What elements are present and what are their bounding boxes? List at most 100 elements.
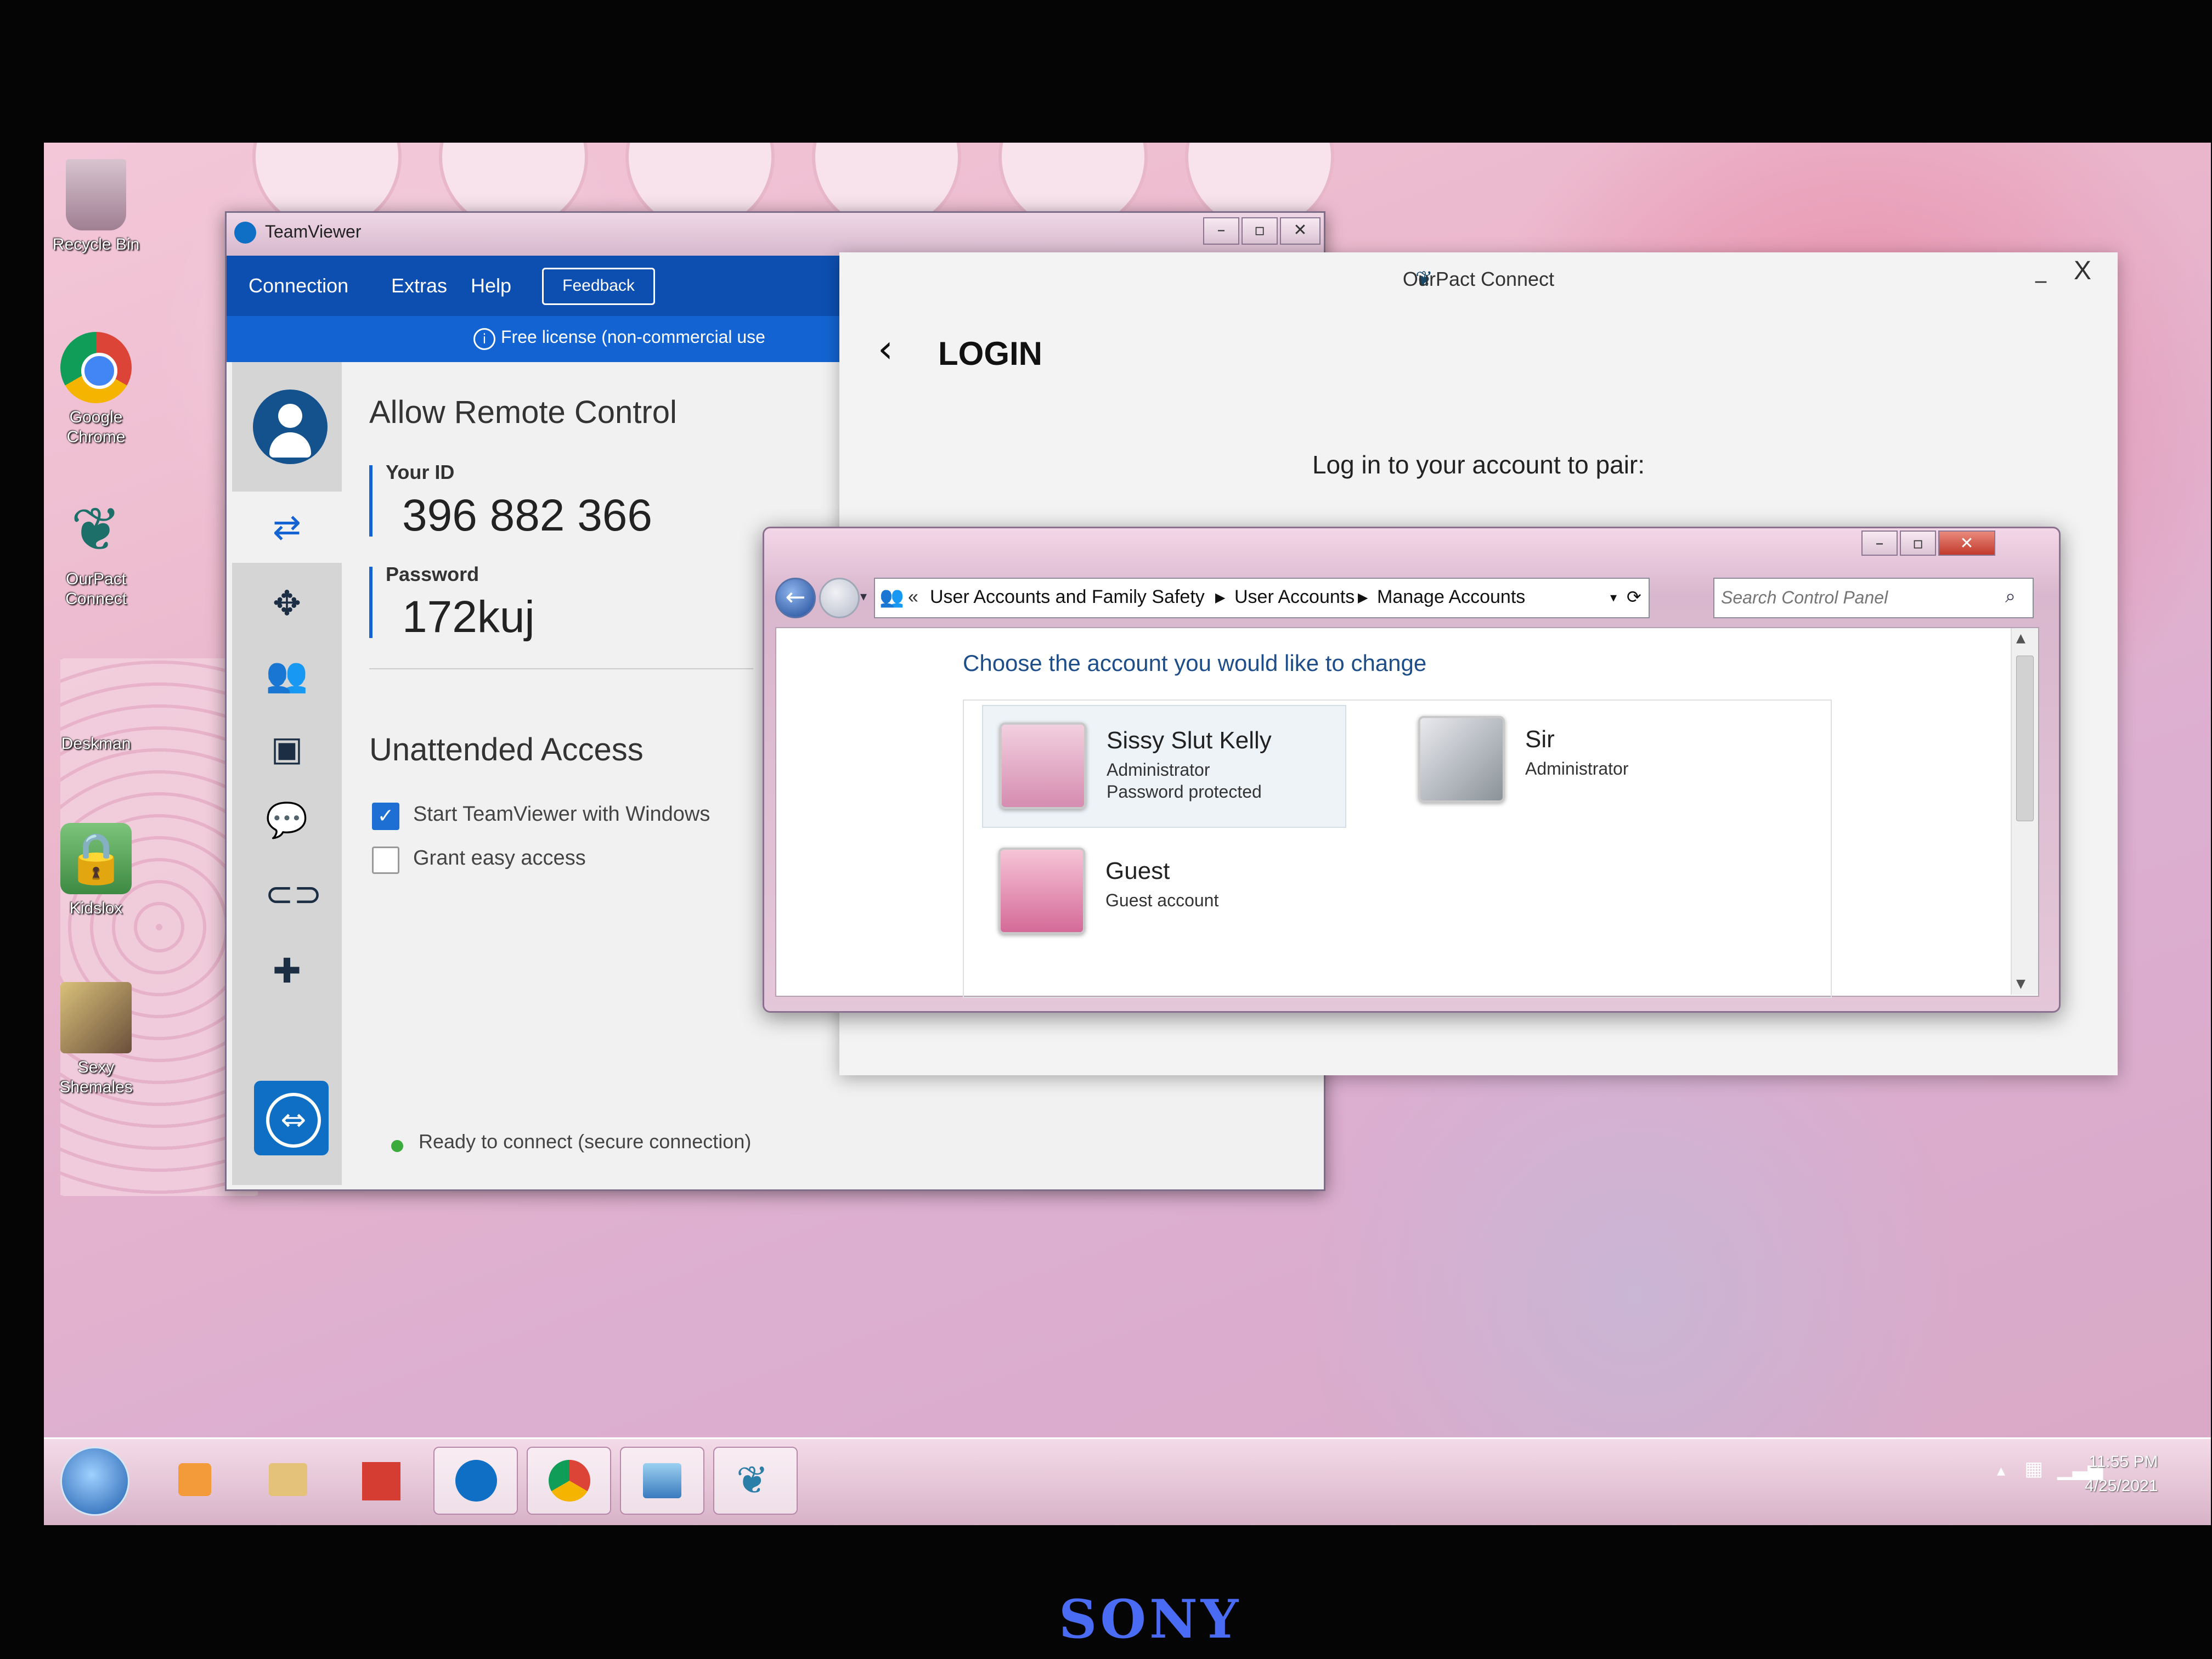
refresh-icon[interactable]: ⟳ xyxy=(1627,586,1641,607)
your-id-value[interactable]: 396 882 366 xyxy=(402,490,652,541)
sidebar-item-remote-control[interactable]: ⇄ xyxy=(232,492,342,563)
scroll-down-icon[interactable]: ▼ xyxy=(2016,977,2025,991)
account-tile-guest[interactable]: Guest Guest account xyxy=(998,848,1328,957)
grant-easy-access-label: Grant easy access xyxy=(413,847,586,870)
meeting-icon[interactable]: ✥ xyxy=(265,582,309,625)
id-accent-bar xyxy=(369,465,373,537)
augmented-reality-icon[interactable]: ⊂⊃ xyxy=(265,872,322,916)
password-value[interactable]: 172kuj xyxy=(402,591,535,643)
breadcrumb-manage-accounts[interactable]: Manage Accounts xyxy=(1377,586,1525,608)
address-bar[interactable]: 👥 « User Accounts and Family Safety ▶ Us… xyxy=(874,578,1650,618)
desktop-icon-kidslox[interactable]: 🔒 Kidslox xyxy=(44,823,148,918)
anydesk-icon xyxy=(362,1462,400,1500)
teamviewer-titlebar[interactable]: TeamViewer – ▫ ✕ xyxy=(227,213,1324,256)
menu-help[interactable]: Help xyxy=(471,274,511,297)
search-icon[interactable]: ⌕ xyxy=(2005,585,2016,607)
desktop-screen: Recycle Bin Google Chrome ❦ OurPact Conn… xyxy=(44,143,2211,1525)
password-label: Password xyxy=(386,563,479,585)
search-box[interactable]: ⌕ xyxy=(1713,578,2034,618)
control-panel-navbar: ← ▾ 👥 « User Accounts and Family Safety … xyxy=(764,567,2059,627)
desktop-icon-sexy-shemales[interactable]: Sexy Shemales xyxy=(44,982,148,1097)
desktop-icon-label: OurPact Connect xyxy=(65,570,127,608)
taskbar-control-panel[interactable] xyxy=(620,1447,704,1515)
divider xyxy=(369,668,753,669)
people-icon[interactable]: 👥 xyxy=(265,653,309,697)
unattended-access-heading: Unattended Access xyxy=(369,732,644,768)
scroll-up-icon[interactable]: ▲ xyxy=(2016,631,2025,645)
breadcrumb-user-accounts-family-safety[interactable]: User Accounts and Family Safety xyxy=(930,586,1205,608)
minimize-button[interactable]: – xyxy=(1203,217,1239,245)
teamviewer-sidebar: ⇄ ✥ 👥 ▣ 💬 ⊂⊃ ✚ ⇔ xyxy=(232,362,342,1185)
feedback-button[interactable]: Feedback xyxy=(542,268,655,305)
menu-extras[interactable]: Extras xyxy=(391,274,447,297)
account-picture xyxy=(998,848,1085,934)
taskbar: ❦ ▴ ▦ ▁▃▅ 11:55 PM 4/25/2021 xyxy=(44,1437,2211,1525)
teamviewer-logo-icon[interactable]: ⇔ xyxy=(254,1081,329,1155)
account-role: Administrator xyxy=(1107,760,1210,780)
contacts-icon[interactable]: ▣ xyxy=(265,727,309,771)
taskbar-ourpact[interactable]: ❦ xyxy=(713,1447,798,1515)
back-chevron-icon[interactable]: ‹ xyxy=(878,326,893,371)
desktop-icon-deskman[interactable]: Deskman xyxy=(44,697,148,754)
breadcrumb-user-accounts[interactable]: User Accounts xyxy=(1234,586,1355,608)
add-device-icon[interactable]: ✚ xyxy=(265,949,309,993)
arrows-swap-icon: ⇄ xyxy=(273,507,301,547)
forward-arrow-icon[interactable] xyxy=(819,578,860,618)
window-title: OurPact Connect xyxy=(1402,268,1555,290)
desktop-icon-label: Kidslox xyxy=(69,899,123,917)
desktop-icon-label: Google Chrome xyxy=(66,408,126,446)
menu-connection[interactable]: Connection xyxy=(249,274,348,297)
start-button-icon[interactable] xyxy=(60,1447,129,1516)
tray-expand-icon[interactable]: ▴ xyxy=(1997,1461,2005,1480)
deskman-icon xyxy=(60,697,132,730)
minimize-button[interactable]: _ xyxy=(2035,258,2046,283)
close-button[interactable]: X xyxy=(2074,256,2091,286)
ourpact-icon: ❦ xyxy=(70,494,122,565)
account-tile-sissy-slut-kelly[interactable]: Sissy Slut Kelly Administrator Password … xyxy=(982,705,1346,828)
control-panel-icon xyxy=(643,1463,681,1498)
ourpact-icon: ❦ xyxy=(736,1458,769,1503)
folder-icon xyxy=(269,1463,307,1496)
taskbar-teamviewer[interactable] xyxy=(433,1447,518,1515)
account-role: Administrator xyxy=(1525,759,1629,778)
desktop-icon-label: Sexy Shemales xyxy=(59,1058,133,1096)
account-tile-sir[interactable]: Sir Administrator xyxy=(1418,716,1747,826)
minimize-button[interactable]: – xyxy=(1861,531,1898,556)
connection-status: Ready to connect (secure connection) xyxy=(419,1130,752,1153)
desktop-icon-ourpact-connect[interactable]: ❦ OurPact Connect xyxy=(44,494,148,609)
account-name: Sissy Slut Kelly xyxy=(1107,727,1272,754)
login-prompt: Log in to your account to pair: xyxy=(1312,450,1645,479)
back-arrow-icon[interactable]: ← xyxy=(775,578,816,618)
account-avatar-icon[interactable] xyxy=(253,390,328,464)
taskbar-chrome[interactable] xyxy=(527,1447,611,1515)
breadcrumb-separator-icon: ▶ xyxy=(1358,590,1368,605)
taskbar-clock[interactable]: 11:55 PM 4/25/2021 xyxy=(2085,1450,2158,1498)
taskbar-media-player[interactable] xyxy=(154,1447,236,1513)
media-player-icon xyxy=(178,1463,211,1496)
breadcrumb-overflow[interactable]: « xyxy=(908,586,918,608)
start-with-windows-label: Start TeamViewer with Windows xyxy=(413,803,710,826)
scroll-thumb[interactable] xyxy=(2016,656,2034,821)
close-button[interactable]: ✕ xyxy=(1280,217,1321,245)
close-button[interactable]: ✕ xyxy=(1938,531,1995,556)
teamviewer-logo-icon xyxy=(455,1460,497,1502)
start-with-windows-checkbox[interactable]: ✓ xyxy=(372,803,399,830)
chat-icon[interactable]: 💬 xyxy=(265,798,309,842)
taskbar-anydesk[interactable] xyxy=(340,1447,422,1513)
teamviewer-logo-icon xyxy=(234,222,256,244)
desktop-icon-recycle-bin[interactable]: Recycle Bin xyxy=(44,159,148,255)
password-accent-bar xyxy=(369,567,373,638)
search-input[interactable] xyxy=(1720,579,1985,616)
account-picture xyxy=(1418,716,1505,803)
history-dropdown-icon[interactable]: ▾ xyxy=(860,589,867,604)
vertical-scrollbar[interactable]: ▲ ▼ xyxy=(2011,628,2038,995)
grant-easy-access-checkbox[interactable] xyxy=(372,847,399,874)
maximize-button[interactable]: ▫ xyxy=(1242,217,1278,245)
tray-network-icon[interactable]: ▦ xyxy=(2024,1458,2043,1480)
page-heading: Choose the account you would like to cha… xyxy=(963,650,1427,676)
chrome-icon xyxy=(549,1460,590,1502)
taskbar-file-explorer[interactable] xyxy=(247,1447,329,1513)
address-dropdown-icon[interactable]: ▾ xyxy=(1610,590,1617,606)
desktop-icon-google-chrome[interactable]: Google Chrome xyxy=(44,332,148,447)
maximize-button[interactable]: ▫ xyxy=(1900,531,1936,556)
